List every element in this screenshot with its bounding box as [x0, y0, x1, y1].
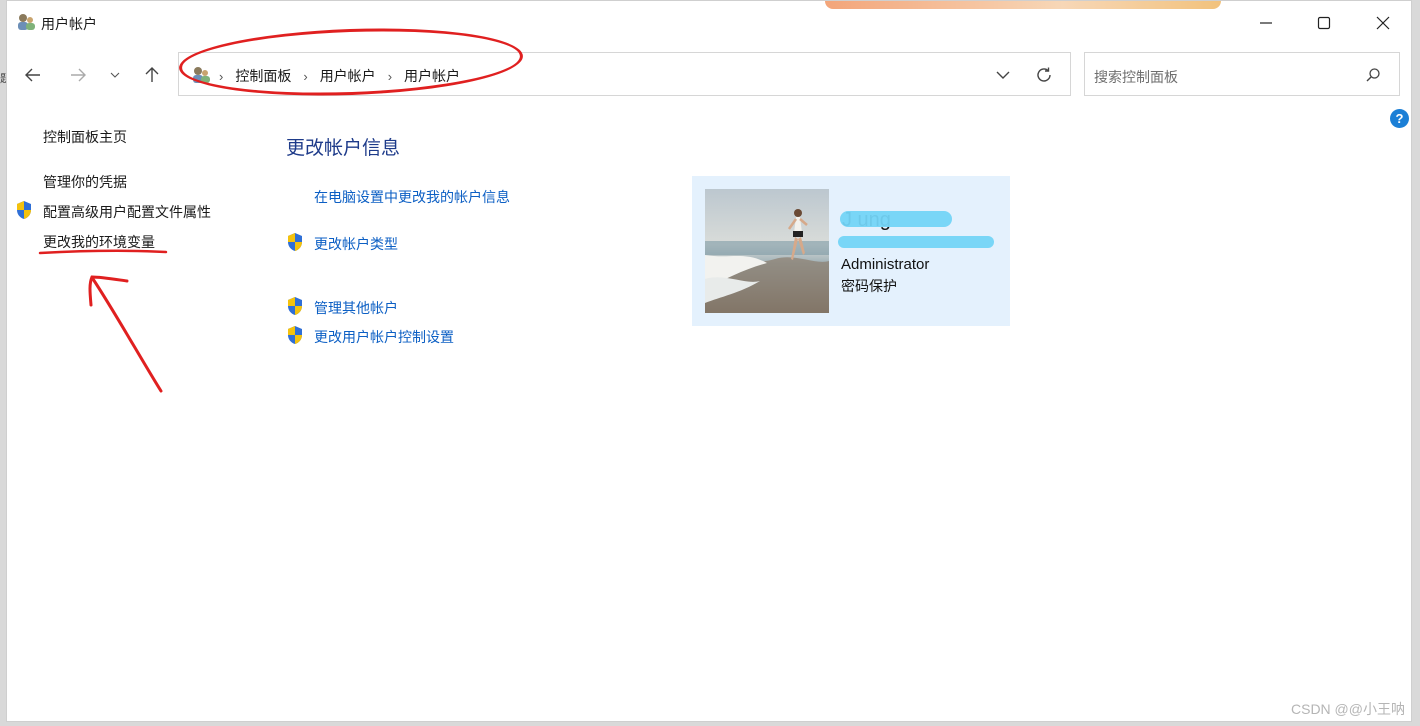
- control-panel-window: 用户帐户 › 控制面板 › 用户帐户 › 用户帐户 搜索控制面板 ? 控制面板主…: [6, 0, 1412, 722]
- page-title: 更改帐户信息: [286, 138, 401, 159]
- maximize-button[interactable]: [1295, 1, 1353, 45]
- account-card: J ung Administrator 密码保护: [692, 176, 1010, 326]
- arrow-left-icon: [25, 68, 40, 82]
- uac-shield-icon: [288, 326, 302, 344]
- help-button[interactable]: ?: [1390, 109, 1409, 128]
- refresh-button[interactable]: [1034, 65, 1054, 85]
- chevron-right-icon: ›: [219, 68, 224, 84]
- close-button[interactable]: [1354, 1, 1412, 45]
- search-input[interactable]: 搜索控制面板: [1094, 67, 1178, 87]
- address-bar[interactable]: › 控制面板 › 用户帐户 › 用户帐户: [178, 52, 1071, 96]
- search-box[interactable]: 搜索控制面板: [1084, 52, 1400, 96]
- up-button[interactable]: [138, 61, 166, 89]
- recent-locations-button[interactable]: [103, 61, 127, 89]
- redaction-mark: [840, 211, 952, 227]
- uac-shield-icon: [288, 297, 302, 315]
- uac-shield-icon: [17, 201, 31, 219]
- arrow-right-icon: [71, 68, 86, 82]
- back-button[interactable]: [19, 61, 47, 89]
- uac-shield-icon: [288, 233, 302, 251]
- chevron-down-icon: [996, 71, 1010, 79]
- link-manage-other-accounts[interactable]: 管理其他帐户: [314, 298, 398, 318]
- minimize-icon: [1260, 22, 1272, 24]
- close-icon: [1376, 16, 1390, 30]
- annotation-arrow: [88, 275, 163, 393]
- breadcrumb: › 控制面板 › 用户帐户 › 用户帐户: [219, 66, 460, 86]
- link-change-account-info-in-settings[interactable]: 在电脑设置中更改我的帐户信息: [314, 187, 510, 207]
- window-title: 用户帐户: [41, 16, 97, 32]
- breadcrumb-item-user-accounts[interactable]: 用户帐户: [320, 66, 376, 86]
- address-history-dropdown[interactable]: [994, 66, 1012, 84]
- account-role: Administrator: [841, 256, 930, 273]
- sidebar-item-advanced-profile[interactable]: 配置高级用户配置文件属性: [43, 202, 211, 222]
- account-password-status: 密码保护: [841, 278, 897, 294]
- link-change-uac-settings[interactable]: 更改用户帐户控制设置: [314, 327, 454, 347]
- title-bar: 用户帐户: [7, 1, 1411, 45]
- maximize-icon: [1317, 16, 1331, 30]
- search-icon[interactable]: [1365, 67, 1381, 83]
- watermark: CSDN @@小王呐: [1291, 701, 1405, 717]
- chevron-right-icon[interactable]: ›: [388, 69, 392, 84]
- breadcrumb-item-user-accounts-current[interactable]: 用户帐户: [404, 66, 460, 86]
- redaction-mark: [838, 236, 994, 248]
- minimize-button[interactable]: [1237, 1, 1295, 45]
- refresh-icon: [1037, 67, 1051, 82]
- annotation-underline: [38, 249, 168, 255]
- sidebar-item-manage-credentials[interactable]: 管理你的凭据: [43, 172, 127, 192]
- chevron-right-icon[interactable]: ›: [303, 69, 307, 84]
- breadcrumb-item-control-panel[interactable]: 控制面板: [235, 66, 291, 86]
- arrow-up-icon: [145, 67, 159, 82]
- account-avatar: [705, 189, 829, 313]
- chevron-down-icon: [110, 72, 120, 78]
- user-accounts-icon: [191, 65, 211, 85]
- forward-button[interactable]: [64, 61, 92, 89]
- sidebar-item-home[interactable]: 控制面板主页: [43, 127, 127, 147]
- link-change-account-type[interactable]: 更改帐户类型: [314, 234, 398, 254]
- user-accounts-icon: [16, 12, 36, 32]
